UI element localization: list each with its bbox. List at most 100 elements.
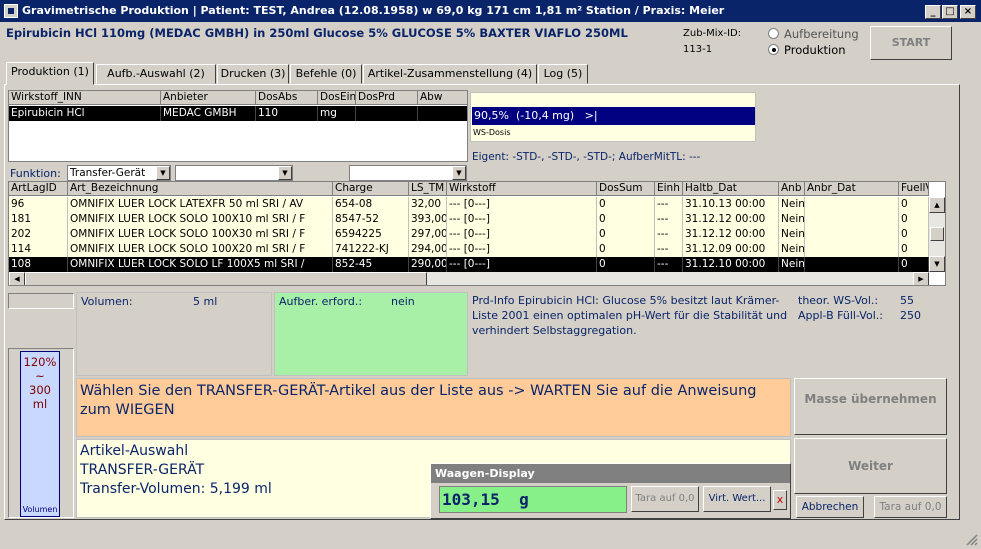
- table-cell: --- [0---]: [447, 197, 597, 212]
- article-grid[interactable]: ArtLagID Art_Bezeichnung Charge LS_TM Wi…: [8, 181, 946, 286]
- drug-line: Epirubicin HCl 110mg (MEDAC GMBH) in 250…: [6, 26, 628, 40]
- zubmix-value: 113-1: [683, 44, 713, 55]
- table-cell: OMNIFIX LUER LOCK SOLO 100X20 ml SRI / F: [68, 242, 333, 257]
- window-title: Gravimetrische Produktion | Patient: TES…: [0, 0, 981, 22]
- maximize-icon[interactable]: □: [942, 5, 958, 19]
- prdinfo-text: Prd-Info Epirubicin HCl: Glucose 5% besi…: [472, 294, 788, 337]
- tab-produktion[interactable]: Produktion (1): [6, 62, 94, 85]
- col-header[interactable]: DosEinh: [318, 91, 356, 105]
- chevron-down-icon[interactable]: ▼: [278, 166, 292, 180]
- table-cell: 0: [597, 242, 655, 257]
- table-cell: --- [0---]: [447, 212, 597, 227]
- waagen-display: Waagen-Display 103,15 g Tara auf 0,0 Vir…: [430, 463, 791, 519]
- close-icon[interactable]: ×: [960, 5, 976, 19]
- table-cell: ---: [655, 227, 683, 242]
- gauge-ml: 300: [29, 383, 51, 397]
- col-header[interactable]: Anbieter: [161, 91, 256, 105]
- tab-drucken[interactable]: Drucken (3): [217, 64, 289, 84]
- applb-value: 250: [900, 309, 921, 322]
- radio-produktion[interactable]: [768, 44, 779, 55]
- col-header[interactable]: DosAbs: [256, 91, 318, 105]
- table-cell: 31.12.10 00:00: [683, 257, 779, 272]
- gauge-tilde: ~: [35, 369, 45, 383]
- waagen-value: 103,15 g: [439, 486, 627, 513]
- aufber-value: nein: [391, 295, 415, 308]
- gauge-pct: 120%: [23, 355, 57, 369]
- scroll-thumb[interactable]: [930, 227, 944, 241]
- col-header[interactable]: Wirkstoff: [447, 182, 597, 196]
- table-cell: 31.12.12 00:00: [683, 212, 779, 227]
- table-cell: 654-08: [333, 197, 409, 212]
- table-cell: 31.12.09 00:00: [683, 242, 779, 257]
- scroll-left-icon[interactable]: ◀: [9, 272, 25, 285]
- gauge-label: Volumen: [22, 505, 58, 514]
- col-header[interactable]: FuellV: [899, 182, 929, 196]
- tab-befehle[interactable]: Befehle (0): [290, 64, 362, 84]
- chevron-down-icon[interactable]: ▼: [452, 166, 466, 180]
- resize-grip-icon[interactable]: [964, 532, 978, 546]
- col-header[interactable]: Anbr_Dat: [805, 182, 899, 196]
- table-cell: Nein: [781, 212, 805, 227]
- chevron-down-icon[interactable]: ▼: [156, 166, 170, 180]
- col-header[interactable]: Einh: [655, 182, 683, 196]
- instruction-text: Wählen Sie den TRANSFER-GERÄT-Artikel au…: [80, 383, 757, 418]
- article-rows: 96 OMNIFIX LUER LOCK LATEXFR 50 ml SRI / …: [9, 197, 929, 272]
- zubmix-label: Zub-Mix-ID:: [683, 28, 742, 39]
- scroll-right-icon[interactable]: ▶: [913, 272, 929, 285]
- table-cell: 297,00: [411, 227, 447, 242]
- aufber-box: Aufber. erford.: nein: [274, 292, 468, 376]
- hscroll-thumb[interactable]: [25, 272, 427, 285]
- vertical-scrollbar[interactable]: ▲ ▼: [929, 197, 945, 272]
- wirkstoff-grid[interactable]: Wirkstoff_INN Anbieter DosAbs DosEinh Do…: [8, 90, 468, 162]
- waagen-tara-button[interactable]: Tara auf 0,0: [631, 486, 699, 512]
- table-cell: 0: [899, 197, 929, 212]
- article-info-line3: Transfer-Volumen: 5,199 ml: [80, 481, 272, 497]
- table-cell: 0: [899, 257, 929, 272]
- abbrechen-button[interactable]: Abbrechen: [796, 496, 864, 518]
- table-cell: 741222-KJ: [333, 242, 409, 257]
- table-cell: 108: [9, 257, 68, 272]
- minimize-icon[interactable]: _: [925, 5, 941, 19]
- table-cell: OMNIFIX LUER LOCK LATEXFR 50 ml SRI / AV: [68, 197, 333, 212]
- funktion-select[interactable]: Transfer-Gerät ▼: [67, 165, 171, 181]
- tab-log[interactable]: Log (5): [538, 64, 588, 84]
- radio-aufbereitung[interactable]: [768, 28, 779, 39]
- table-cell: Nein: [781, 197, 805, 212]
- col-header[interactable]: LS_TM: [409, 182, 447, 196]
- col-header[interactable]: Abw: [418, 91, 467, 105]
- tab-artikel-zusammenstellung[interactable]: Artikel-Zusammenstellung (4): [363, 64, 537, 84]
- col-header[interactable]: DosPrd: [356, 91, 418, 105]
- table-cell: 0: [597, 227, 655, 242]
- start-button[interactable]: START: [870, 26, 952, 60]
- col-header[interactable]: Charge: [333, 182, 409, 196]
- col-header[interactable]: Haltb_Dat: [683, 182, 779, 196]
- weiter-button[interactable]: Weiter: [794, 438, 947, 494]
- article-info-line2: TRANSFER-GERÄT: [80, 462, 205, 478]
- table-cell: --- [0---]: [447, 257, 597, 272]
- eigent-text: Eigent: -STD-, -STD-, -STD-; AufberMitTL…: [472, 151, 701, 163]
- col-header[interactable]: ArtLagID: [9, 182, 68, 196]
- volumen-box: Volumen: 5 ml: [76, 292, 272, 376]
- table-cell: 32,00: [409, 197, 447, 212]
- table-cell: [805, 212, 899, 227]
- table-cell: Nein: [781, 227, 805, 242]
- tara-button[interactable]: Tara auf 0,0: [874, 496, 947, 518]
- empty-field: [8, 293, 74, 309]
- col-header[interactable]: Anb: [779, 182, 805, 196]
- waagen-close-button[interactable]: x: [773, 490, 787, 510]
- table-cell: 31.10.13 00:00: [683, 197, 779, 212]
- filter-select-1[interactable]: ▼: [175, 165, 293, 181]
- col-header[interactable]: DosSum: [597, 182, 655, 196]
- instruction-box: Wählen Sie den TRANSFER-GERÄT-Artikel au…: [76, 378, 791, 437]
- table-cell: OMNIFIX LUER LOCK SOLO LF 100X5 ml SRI /: [68, 257, 333, 272]
- col-header[interactable]: Art_Bezeichnung: [68, 182, 333, 196]
- tab-aufb-auswahl[interactable]: Aufb.-Auswahl (2): [96, 64, 216, 84]
- virt-wert-button[interactable]: Virt. Wert...: [703, 486, 771, 512]
- table-cell: 31.12.12 00:00: [683, 227, 779, 242]
- filter-select-2[interactable]: ▼: [349, 165, 467, 181]
- scroll-up-icon[interactable]: ▲: [929, 197, 945, 213]
- col-header[interactable]: Wirkstoff_INN: [9, 91, 161, 105]
- masse-uebernehmen-button[interactable]: Masse übernehmen: [794, 378, 947, 435]
- horizontal-scrollbar[interactable]: ◀ ▶: [9, 272, 929, 285]
- scroll-down-icon[interactable]: ▼: [929, 256, 945, 272]
